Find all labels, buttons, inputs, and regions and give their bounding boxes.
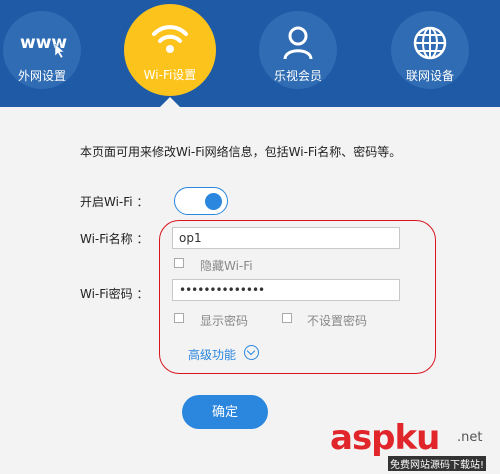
wifi-icon	[124, 20, 216, 60]
user-icon	[259, 25, 337, 61]
watermark-brand: aspku	[330, 418, 440, 458]
site-watermark: aspku .net 免费网站源码下载站!	[330, 418, 498, 474]
active-tab-pointer	[160, 97, 180, 107]
password-label: Wi-Fi密码 ：	[80, 287, 149, 301]
nav-tab-letv-member[interactable]: 乐视会员	[259, 11, 337, 89]
nav-tab-wifi-settings[interactable]: Wi-Fi设置	[124, 4, 216, 96]
page-description: 本页面可用来修改Wi-Fi网络信息，包括Wi-Fi名称、密码等。	[80, 145, 402, 159]
nav-tab-label: 外网设置	[17, 69, 66, 83]
nav-tab-wan-settings[interactable]: www 外网设置	[3, 11, 81, 89]
watermark-subtitle: 免费网站源码下载站!	[388, 456, 487, 471]
annotation-highlight-box	[159, 220, 436, 374]
globe-icon	[391, 25, 469, 61]
nav-tab-label: 联网设备	[405, 69, 454, 83]
watermark-net: .net	[457, 430, 483, 445]
ssid-label: Wi-Fi名称 ：	[80, 232, 149, 246]
top-nav-bar: www 外网设置 Wi-Fi设置 乐视会员 联网设备	[0, 0, 500, 107]
www-icon: www	[3, 25, 81, 61]
nav-tab-connected-devices[interactable]: 联网设备	[391, 11, 469, 89]
enable-wifi-label: 开启Wi-Fi ：	[80, 195, 149, 209]
confirm-button[interactable]: 确定	[182, 395, 268, 429]
enable-wifi-toggle[interactable]	[174, 187, 228, 215]
toggle-knob	[205, 193, 222, 210]
nav-tab-label: Wi-Fi设置	[143, 68, 197, 82]
nav-tab-label: 乐视会员	[273, 69, 322, 83]
